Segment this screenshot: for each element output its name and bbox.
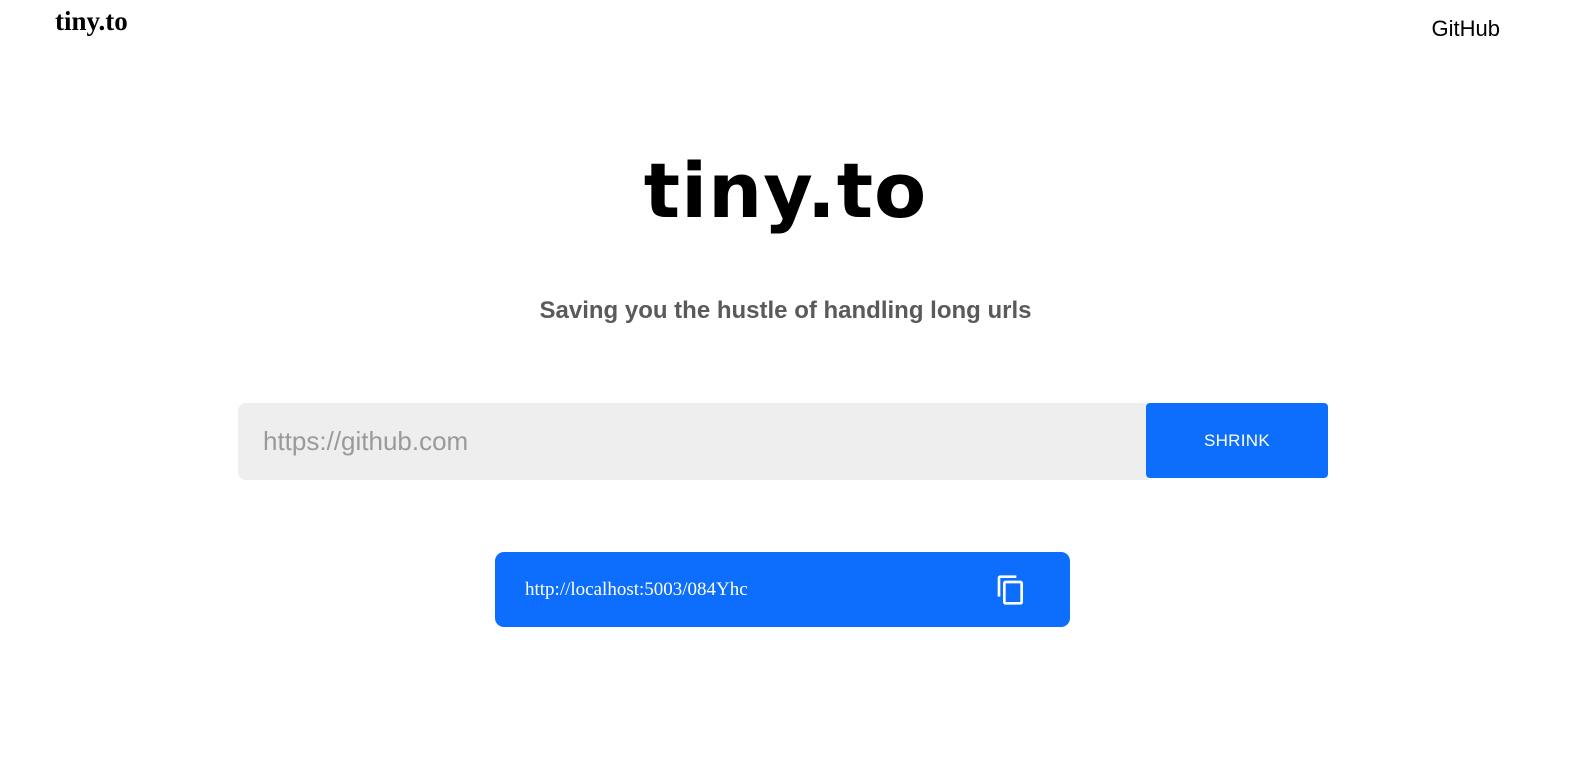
short-url-text[interactable]: http://localhost:5003/084Yhc (525, 552, 748, 627)
nav-brand-logo[interactable]: tiny.to (55, 6, 128, 37)
copy-icon[interactable] (995, 574, 1027, 606)
url-input[interactable] (238, 403, 1148, 480)
hero-logo: tiny.to (643, 146, 928, 235)
github-link[interactable]: GitHub (1432, 16, 1500, 42)
shrink-button[interactable]: SHRINK (1146, 403, 1328, 478)
url-form: SHRINK (238, 403, 1328, 480)
tagline: Saving you the hustle of handling long u… (539, 297, 1032, 324)
short-url-result: http://localhost:5003/084Yhc (495, 552, 1070, 627)
